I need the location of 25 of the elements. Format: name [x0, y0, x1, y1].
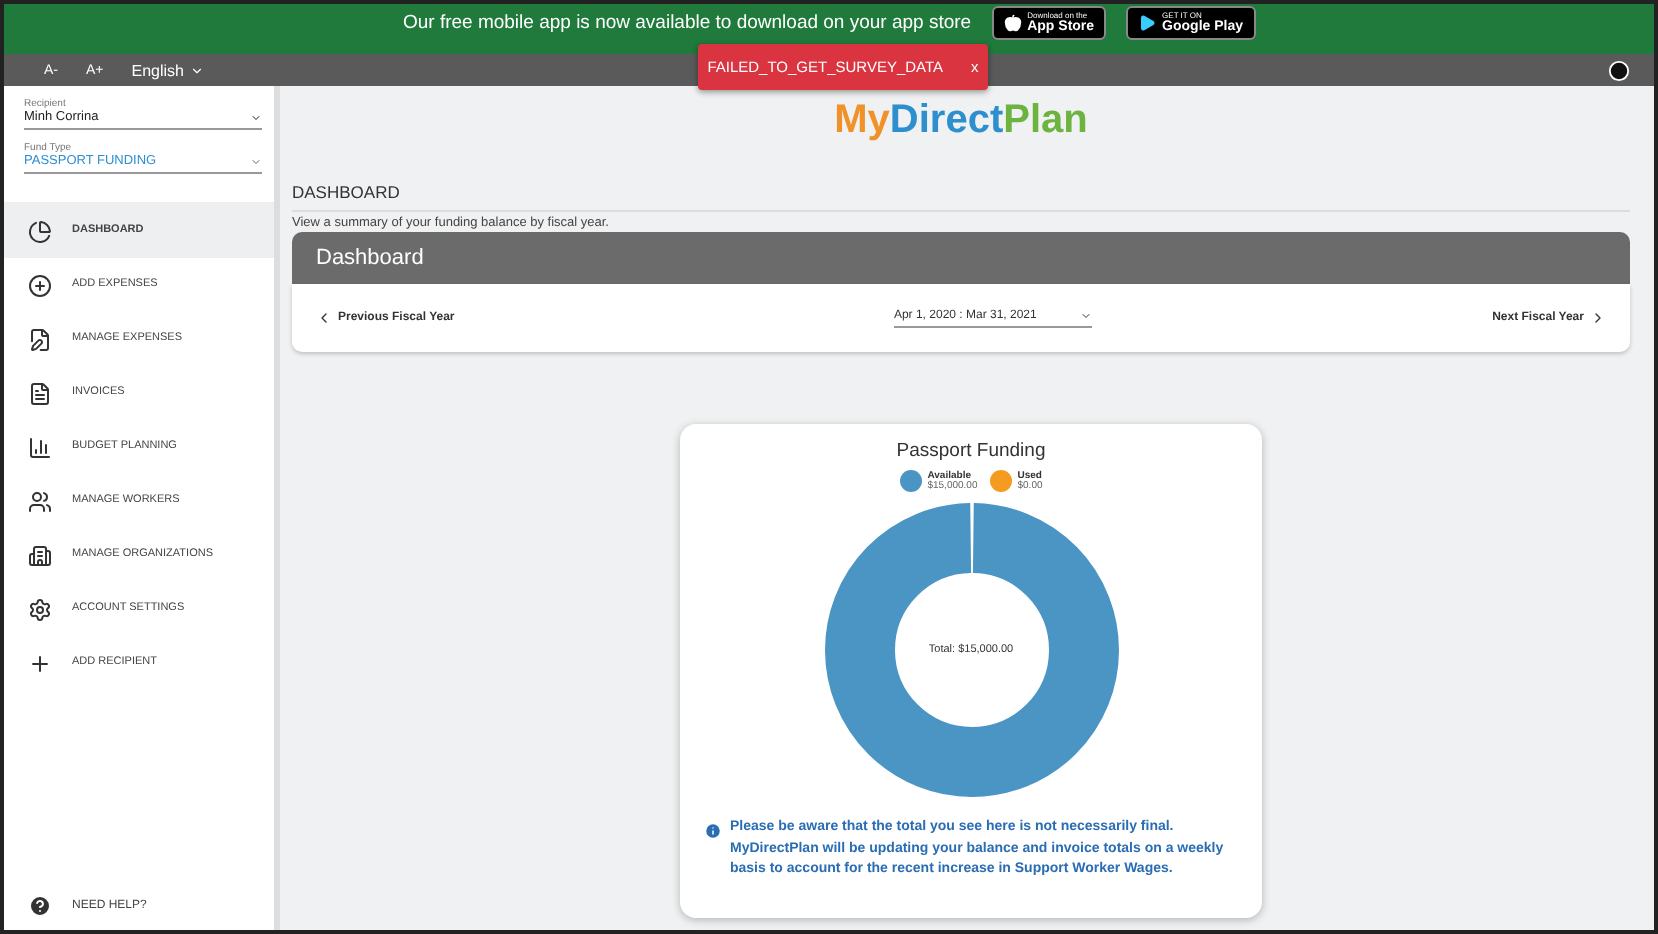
- banner-text: Our free mobile app is now available to download on your app store: [402, 12, 972, 34]
- plus-icon: [28, 651, 52, 675]
- logo: MyDirectPlan: [832, 98, 1090, 146]
- edit-icon: [28, 327, 52, 351]
- people-icon: [28, 489, 52, 513]
- bar-chart-icon: [28, 435, 52, 459]
- pie-chart-icon: [28, 219, 52, 243]
- settings-icon: [28, 597, 52, 621]
- dashboard-header: Dashboard: [292, 232, 1630, 284]
- caret-icon: [1080, 309, 1093, 321]
- caret-icon: [190, 63, 205, 77]
- building-icon: [28, 543, 52, 567]
- document-icon: [28, 381, 52, 405]
- user-icon[interactable]: [1608, 59, 1630, 81]
- play-icon: [1138, 14, 1157, 32]
- language-selector[interactable]: English: [131, 61, 205, 79]
- info-icon: [704, 822, 722, 840]
- apple-icon: [1003, 14, 1022, 32]
- page-title: DASHBOARD: [292, 182, 1630, 212]
- card-title: Passport Funding: [896, 440, 1046, 462]
- caret-icon: [250, 111, 262, 123]
- plus-circle-icon: [28, 273, 52, 297]
- chevron-left-icon: [316, 310, 332, 326]
- help-icon: [28, 894, 52, 918]
- caret-icon: [250, 155, 262, 167]
